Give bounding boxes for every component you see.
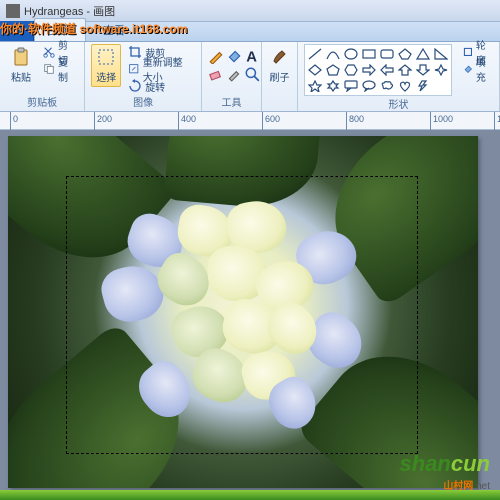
group-image: 选择 裁剪 重新调整大小 旋转 图像: [85, 42, 202, 111]
select-label: 选择: [96, 69, 116, 84]
shape-callout-oval-icon[interactable]: [361, 79, 377, 93]
text-icon[interactable]: A: [244, 48, 260, 64]
brushes-button[interactable]: 刷子: [265, 44, 295, 87]
ribbon: 粘贴 剪切 复制 剪贴板: [0, 42, 500, 112]
brush-icon: [270, 47, 290, 67]
selection-marquee[interactable]: [66, 176, 418, 454]
resize-icon: [128, 62, 140, 76]
shape-diamond-icon[interactable]: [307, 63, 323, 77]
group-image-label: 图像: [91, 94, 195, 111]
crop-icon: [128, 45, 142, 59]
shape-hexagon-icon[interactable]: [343, 63, 359, 77]
canvas-area[interactable]: [0, 130, 500, 500]
shape-arrowu-icon[interactable]: [397, 63, 413, 77]
shape-callout-rect-icon[interactable]: [343, 79, 359, 93]
svg-text:A: A: [246, 50, 257, 64]
shape-rtriangle-icon[interactable]: [433, 47, 449, 61]
outline-icon: [463, 45, 473, 59]
scissors-icon: [43, 45, 55, 59]
shape-star5-icon[interactable]: [307, 79, 323, 93]
shape-polygon-icon[interactable]: [397, 47, 413, 61]
shape-callout-cloud-icon[interactable]: [379, 79, 395, 93]
app-icon: [6, 4, 20, 18]
shapes-gallery[interactable]: [304, 44, 452, 96]
brushes-label: 刷子: [270, 69, 290, 84]
shape-pentagon-icon[interactable]: [325, 63, 341, 77]
shape-heart-icon[interactable]: [397, 79, 413, 93]
rotate-button[interactable]: 旋转: [125, 78, 195, 94]
magnifier-icon[interactable]: [244, 66, 260, 82]
watermark-bottom-right: shancun 山村网.net: [400, 451, 490, 492]
group-brushes: 刷子: [262, 42, 298, 111]
shape-lightning-icon[interactable]: [415, 79, 431, 93]
watermark-top: 你的·软件频道 software.it168.com: [0, 20, 187, 37]
canvas[interactable]: [8, 136, 478, 488]
group-tools-label: 工具: [208, 94, 255, 111]
pencil-icon[interactable]: [208, 48, 224, 64]
group-shapes-label: 形状: [304, 96, 493, 113]
paste-button[interactable]: 粘贴: [6, 44, 36, 87]
copy-label: 复制: [58, 54, 75, 84]
eraser-icon[interactable]: [208, 66, 224, 82]
shape-triangle-icon[interactable]: [415, 47, 431, 61]
shape-arrowr-icon[interactable]: [361, 63, 377, 77]
copy-icon: [43, 62, 55, 76]
rotate-icon: [128, 79, 142, 93]
shape-rect-icon[interactable]: [361, 47, 377, 61]
paste-icon: [11, 47, 31, 67]
copy-button[interactable]: 复制: [40, 61, 78, 77]
window-title: Hydrangeas - 画图: [24, 3, 115, 19]
shape-star4-icon[interactable]: [433, 63, 449, 77]
shape-oval-icon[interactable]: [343, 47, 359, 61]
shape-roundrect-icon[interactable]: [379, 47, 395, 61]
rotate-label: 旋转: [145, 79, 165, 94]
shape-curve-icon[interactable]: [325, 47, 341, 61]
group-tools: A 工具: [202, 42, 262, 111]
shape-arrowd-icon[interactable]: [415, 63, 431, 77]
picker-icon[interactable]: [226, 66, 242, 82]
shape-arrowl-icon[interactable]: [379, 63, 395, 77]
group-clipboard: 粘贴 剪切 复制 剪贴板: [0, 42, 85, 111]
shape-line-icon[interactable]: [307, 47, 323, 61]
paste-label: 粘贴: [11, 69, 31, 84]
group-clipboard-label: 剪贴板: [6, 94, 78, 111]
select-icon: [96, 47, 116, 67]
fill-icon[interactable]: [226, 48, 242, 64]
resize-button[interactable]: 重新调整大小: [125, 61, 195, 77]
fill-label: 填充: [476, 54, 490, 84]
shape-star6-icon[interactable]: [325, 79, 341, 93]
shape-fill-button[interactable]: 填充: [460, 61, 493, 77]
ruler-horizontal: 0 200 400 600 800 1000 12: [0, 112, 500, 130]
select-button[interactable]: 选择: [91, 44, 121, 87]
group-shapes: 轮廓 填充 形状: [298, 42, 500, 111]
fillbucket-icon: [463, 62, 473, 76]
